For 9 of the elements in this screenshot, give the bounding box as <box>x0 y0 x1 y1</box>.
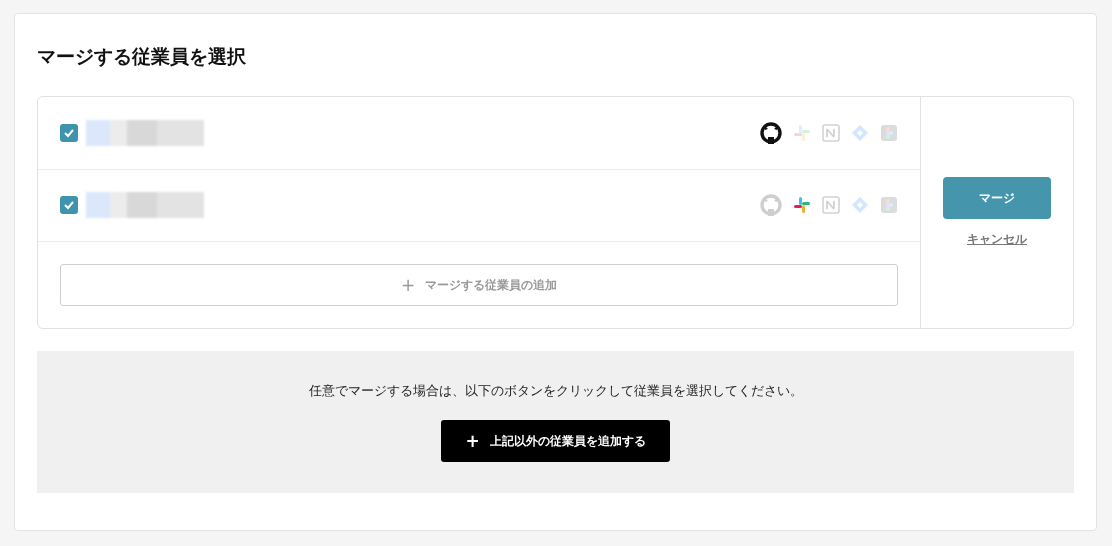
merge-button[interactable]: マージ <box>943 177 1051 219</box>
add-other-employee-button[interactable]: + 上記以外の従業員を追加する <box>441 420 670 462</box>
checkbox[interactable] <box>60 123 78 142</box>
add-employee-button[interactable]: + マージする従業員の追加 <box>60 264 898 306</box>
cancel-link[interactable]: キャンセル <box>967 231 1027 248</box>
checkbox[interactable] <box>60 196 78 215</box>
notice-text: 任意でマージする場合は、以下のボタンをクリックして従業員を選択してください。 <box>308 382 803 400</box>
checkmark-icon <box>63 199 75 212</box>
page-title: マージする従業員を選択 <box>37 44 247 69</box>
